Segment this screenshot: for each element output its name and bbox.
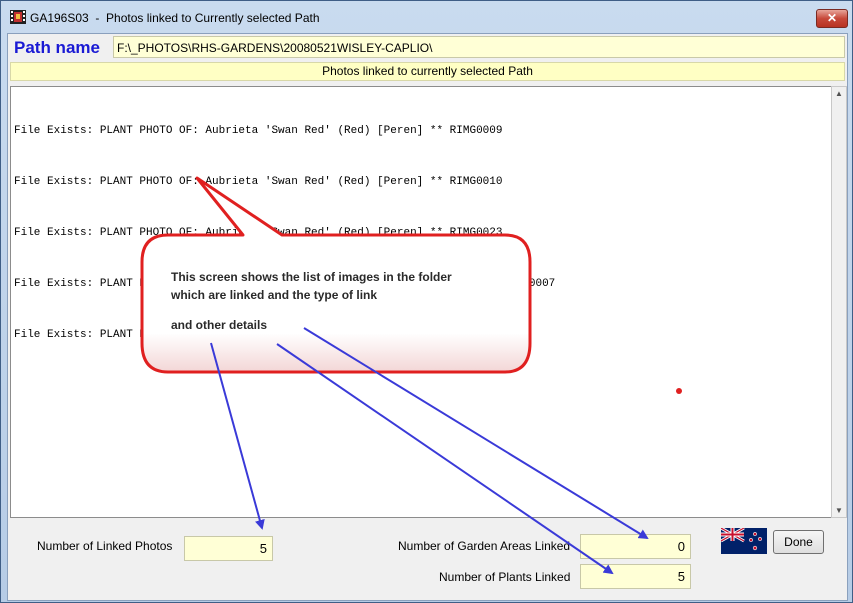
- list-header: Photos linked to currently selected Path: [10, 62, 845, 81]
- path-label: Path name: [14, 38, 100, 57]
- list-item[interactable]: File Exists: PLANT PHOTO OF: Aubrieta 'S…: [14, 174, 555, 191]
- plants-linked-label: Number of Plants Linked: [439, 570, 571, 584]
- app-window: GA196S03 - Photos linked to Currently se…: [0, 0, 853, 603]
- title-bar[interactable]: GA196S03 - Photos linked to Currently se…: [1, 1, 852, 33]
- nz-flag-icon[interactable]: [721, 528, 767, 554]
- garden-areas-value[interactable]: 0: [580, 534, 691, 559]
- window-title: GA196S03 - Photos linked to Currently se…: [30, 11, 320, 25]
- done-button[interactable]: Done: [773, 530, 824, 554]
- callout-line-1: This screen shows the list of images in …: [171, 270, 452, 284]
- linked-photos-list[interactable]: File Exists: PLANT PHOTO OF: Aubrieta 'S…: [10, 86, 832, 518]
- callout-line-2: which are linked and the type of link: [171, 288, 378, 302]
- list-item[interactable]: File Exists: PLANT PHOTO OF: Aubrieta 'S…: [14, 123, 555, 140]
- list-item[interactable]: File Exists: PLANT PHOTO OF: Aubrieta 'S…: [14, 225, 555, 242]
- scroll-down-icon[interactable]: ▼: [835, 506, 843, 515]
- vertical-scrollbar[interactable]: ▲ ▼: [831, 86, 847, 518]
- linked-photos-value[interactable]: 5: [184, 536, 273, 561]
- linked-photos-label: Number of Linked Photos: [37, 539, 173, 553]
- scroll-up-icon[interactable]: ▲: [835, 89, 843, 98]
- list-lines: File Exists: PLANT PHOTO OF: Aubrieta 'S…: [14, 89, 555, 378]
- path-field[interactable]: F:\_PHOTOS\RHS-GARDENS\20080521WISLEY-CA…: [113, 36, 845, 58]
- list-item[interactable]: File Exists: PLANT PHOTO OF: Osteospermu…: [14, 327, 555, 344]
- close-button[interactable]: ✕: [816, 9, 848, 28]
- plants-linked-value[interactable]: 5: [580, 564, 691, 589]
- garden-areas-label: Number of Garden Areas Linked: [398, 539, 571, 553]
- callout-line-3: and other details: [171, 318, 268, 332]
- client-area: Path name F:\_PHOTOS\RHS-GARDENS\2008052…: [7, 33, 848, 601]
- film-icon: [10, 10, 26, 24]
